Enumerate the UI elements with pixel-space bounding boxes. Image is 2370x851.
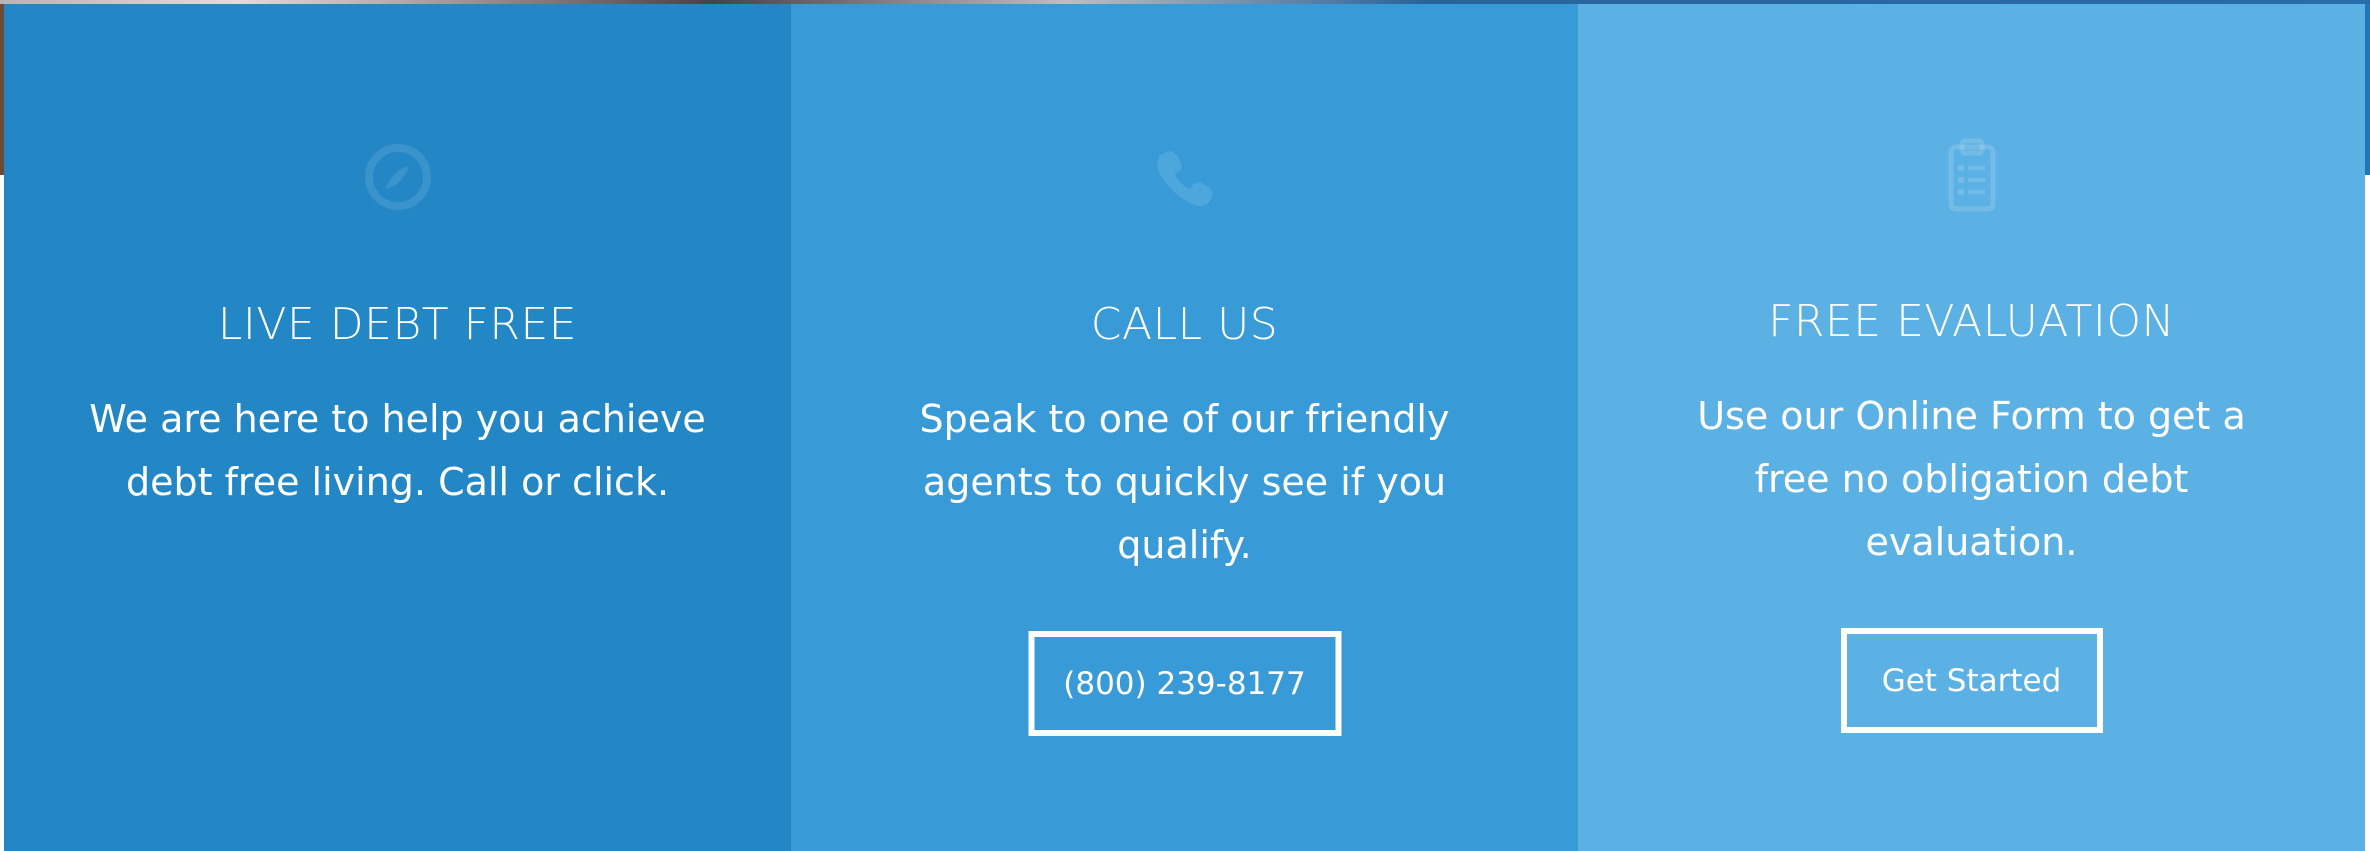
- clipboard-icon: [1932, 137, 2012, 217]
- panel-description: Use our Online Form to get a free no obl…: [1697, 394, 2246, 564]
- feature-panel-live-debt-free: LIVE DEBT FREE We are here to help you a…: [4, 4, 791, 851]
- panel-description: We are here to help you achieve debt fre…: [89, 397, 706, 504]
- panel-title: FREE EVALUATION: [1768, 296, 2175, 347]
- feature-panel-free-evaluation: FREE EVALUATION Use our Online Form to g…: [1578, 4, 2365, 851]
- panel-description: Speak to one of our friendly agents to q…: [919, 397, 1450, 567]
- panel-title: LIVE DEBT FREE: [217, 299, 578, 350]
- feature-panels: LIVE DEBT FREE We are here to help you a…: [4, 4, 2366, 851]
- get-started-button[interactable]: Get Started: [1840, 628, 2103, 733]
- compass-icon: [358, 137, 438, 217]
- call-phone-button[interactable]: (800) 239-8177: [1028, 631, 1341, 736]
- panel-title: CALL US: [1090, 299, 1279, 350]
- phone-icon: [1145, 137, 1225, 217]
- page: LIVE DEBT FREE We are here to help you a…: [0, 0, 2370, 851]
- feature-panel-call-us: CALL US Speak to one of our friendly age…: [791, 4, 1578, 851]
